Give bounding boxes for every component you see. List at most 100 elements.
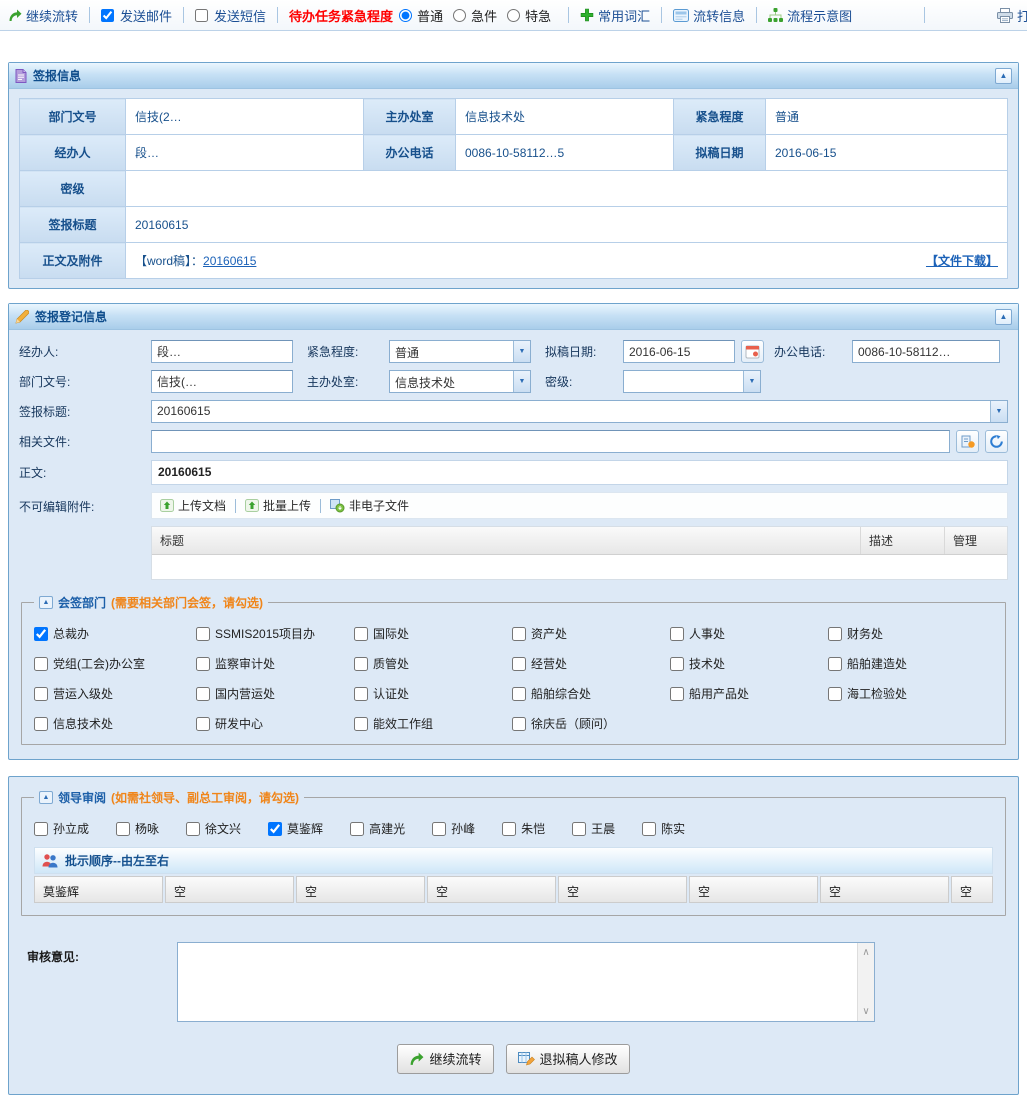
- file-download-link[interactable]: 【文件下载】: [926, 252, 998, 269]
- countersign-dept-option[interactable]: 人事处: [670, 625, 828, 642]
- countersign-dept-option[interactable]: 船用产品处: [670, 685, 828, 702]
- leader-checkbox[interactable]: [186, 822, 200, 836]
- countersign-dept-checkbox[interactable]: [512, 657, 526, 671]
- countersign-dept-checkbox[interactable]: [196, 657, 210, 671]
- continue-flow-toolbar-button[interactable]: 继续流转: [8, 6, 78, 25]
- leader-option[interactable]: 孙峰: [432, 820, 475, 837]
- leader-option[interactable]: 杨咏: [116, 820, 159, 837]
- countersign-dept-checkbox[interactable]: [828, 687, 842, 701]
- urgency-option-urgent[interactable]: 急件: [453, 6, 497, 25]
- countersign-dept-checkbox[interactable]: [34, 687, 48, 701]
- print-button[interactable]: 打印: [997, 6, 1027, 25]
- countersign-dept-option[interactable]: 船舶建造处: [828, 655, 993, 672]
- secrecy-select[interactable]: ▼: [623, 370, 761, 393]
- calendar-icon[interactable]: [741, 340, 764, 363]
- countersign-dept-checkbox[interactable]: [196, 717, 210, 731]
- countersign-dept-option[interactable]: 船舶综合处: [512, 685, 670, 702]
- countersign-dept-option[interactable]: 监察审计处: [196, 655, 354, 672]
- chevron-down-icon[interactable]: ▼: [743, 371, 760, 392]
- flow-diagram-button[interactable]: 流程示意图: [768, 6, 852, 25]
- urgency-option-normal[interactable]: 普通: [399, 6, 443, 25]
- send-email-checkbox[interactable]: [101, 9, 114, 22]
- related-files-input[interactable]: [151, 430, 950, 453]
- collapse-section-icon[interactable]: ▲: [39, 596, 53, 609]
- send-sms-checkbox[interactable]: [195, 9, 208, 22]
- send-email-option[interactable]: 发送邮件: [101, 6, 172, 25]
- upload-doc-button[interactable]: 上传文档: [160, 497, 226, 514]
- leader-checkbox[interactable]: [34, 822, 48, 836]
- countersign-dept-checkbox[interactable]: [512, 687, 526, 701]
- draft-date-input[interactable]: [623, 340, 735, 363]
- countersign-dept-checkbox[interactable]: [196, 687, 210, 701]
- urgency-radio-urgent[interactable]: [453, 9, 466, 22]
- countersign-dept-option[interactable]: 国际处: [354, 625, 512, 642]
- countersign-dept-option[interactable]: 资产处: [512, 625, 670, 642]
- countersign-dept-option[interactable]: 党组(工会)办公室: [34, 655, 196, 672]
- countersign-dept-option[interactable]: 海工检验处: [828, 685, 993, 702]
- leader-option[interactable]: 陈实: [642, 820, 685, 837]
- countersign-dept-option[interactable]: 认证处: [354, 685, 512, 702]
- scroll-up-icon[interactable]: ∧: [862, 947, 869, 958]
- leader-checkbox[interactable]: [350, 822, 364, 836]
- countersign-dept-checkbox[interactable]: [828, 657, 842, 671]
- countersign-dept-option[interactable]: 信息技术处: [34, 715, 196, 732]
- common-words-button[interactable]: 常用词汇: [580, 6, 650, 25]
- countersign-dept-checkbox[interactable]: [354, 657, 368, 671]
- body-text-field[interactable]: 20160615: [151, 460, 1008, 485]
- urgency-radio-normal[interactable]: [399, 9, 412, 22]
- select-user-icon[interactable]: [956, 430, 979, 453]
- leader-option[interactable]: 朱恺: [502, 820, 545, 837]
- countersign-dept-checkbox[interactable]: [512, 717, 526, 731]
- countersign-dept-checkbox[interactable]: [512, 627, 526, 641]
- urgency-select[interactable]: 普通 ▼: [389, 340, 531, 363]
- continue-flow-button[interactable]: 继续流转: [397, 1044, 493, 1074]
- countersign-dept-option[interactable]: 经营处: [512, 655, 670, 672]
- countersign-dept-option[interactable]: SSMIS2015项目办: [196, 625, 354, 642]
- leader-option[interactable]: 高建光: [350, 820, 405, 837]
- host-office-select[interactable]: 信息技术处 ▼: [389, 370, 531, 393]
- chevron-down-icon[interactable]: ▼: [990, 401, 1007, 422]
- flow-info-button[interactable]: 流转信息: [673, 6, 745, 25]
- chevron-down-icon[interactable]: ▼: [513, 341, 530, 362]
- phone-input[interactable]: [852, 340, 1000, 363]
- countersign-dept-option[interactable]: 技术处: [670, 655, 828, 672]
- leader-checkbox[interactable]: [268, 822, 282, 836]
- collapse-panel-button[interactable]: ▲: [995, 309, 1012, 325]
- countersign-dept-checkbox[interactable]: [34, 717, 48, 731]
- urgency-radio-extra[interactable]: [507, 9, 520, 22]
- leader-option[interactable]: 徐文兴: [186, 820, 241, 837]
- leader-checkbox[interactable]: [572, 822, 586, 836]
- countersign-dept-option[interactable]: 能效工作组: [354, 715, 512, 732]
- countersign-dept-option[interactable]: 总裁办: [34, 625, 196, 642]
- refresh-icon[interactable]: [985, 430, 1008, 453]
- collapse-section-icon[interactable]: ▲: [39, 791, 53, 804]
- countersign-dept-checkbox[interactable]: [354, 717, 368, 731]
- word-draft-link[interactable]: 20160615: [203, 254, 256, 268]
- scrollbar[interactable]: ∧ ∨: [857, 943, 874, 1021]
- leader-option[interactable]: 孙立成: [34, 820, 89, 837]
- countersign-dept-checkbox[interactable]: [354, 627, 368, 641]
- scroll-down-icon[interactable]: ∨: [862, 1006, 869, 1017]
- countersign-dept-option[interactable]: 财务处: [828, 625, 993, 642]
- send-sms-option[interactable]: 发送短信: [195, 6, 266, 25]
- review-opinion-textarea[interactable]: [178, 943, 857, 1021]
- countersign-dept-option[interactable]: 营运入级处: [34, 685, 196, 702]
- countersign-dept-option[interactable]: 质管处: [354, 655, 512, 672]
- leader-checkbox[interactable]: [432, 822, 446, 836]
- operator-input[interactable]: [151, 340, 293, 363]
- countersign-dept-checkbox[interactable]: [670, 657, 684, 671]
- dept-doc-no-input[interactable]: [151, 370, 293, 393]
- countersign-dept-option[interactable]: 徐庆岳（顾问）: [512, 715, 670, 732]
- countersign-dept-option[interactable]: 研发中心: [196, 715, 354, 732]
- urgency-option-extra[interactable]: 特急: [507, 6, 551, 25]
- leader-option[interactable]: 王晨: [572, 820, 615, 837]
- return-to-drafter-button[interactable]: 退拟稿人修改: [506, 1044, 630, 1074]
- countersign-dept-checkbox[interactable]: [670, 627, 684, 641]
- countersign-dept-option[interactable]: 国内营运处: [196, 685, 354, 702]
- countersign-dept-checkbox[interactable]: [196, 627, 210, 641]
- leader-checkbox[interactable]: [116, 822, 130, 836]
- leader-checkbox[interactable]: [502, 822, 516, 836]
- countersign-dept-checkbox[interactable]: [34, 627, 48, 641]
- countersign-dept-checkbox[interactable]: [670, 687, 684, 701]
- chevron-down-icon[interactable]: ▼: [513, 371, 530, 392]
